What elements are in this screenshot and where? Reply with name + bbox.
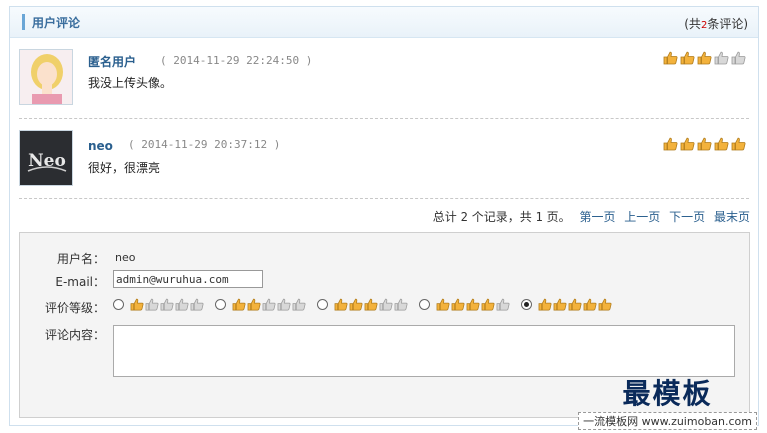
thumbs-up-filled-icon — [568, 298, 582, 311]
female-avatar — [19, 49, 73, 105]
site-watermark: 最模板 一流模板网 www.zuimoban.com — [578, 372, 757, 430]
pagination: 总计 2 个记录，共 1 页。 第一页 上一页 下一页 最末页 — [433, 208, 750, 225]
rating-radio[interactable] — [215, 299, 226, 310]
first-page-link[interactable]: 第一页 — [579, 210, 615, 224]
thumbs-up-filled-icon — [349, 298, 363, 311]
comment-text: 很好，很漂亮 — [88, 161, 161, 175]
thumbs-up-filled-icon — [451, 298, 465, 311]
thumbs-up-filled-icon — [436, 298, 450, 311]
thumbs-up-empty-icon — [714, 51, 729, 65]
prev-page-link[interactable]: 上一页 — [624, 210, 660, 224]
pager-total: 2 — [460, 210, 468, 224]
username-value: neo — [115, 251, 136, 264]
thumbs-up-filled-icon — [714, 137, 729, 151]
header-accent-bar — [22, 14, 25, 30]
comment-time: ( 2014-11-29 20:37:12 ) — [128, 138, 281, 151]
thumbs-up-filled-icon — [663, 51, 678, 65]
thumbs-up-filled-icon — [232, 298, 246, 311]
comment-count: (共2条评论) — [684, 15, 748, 32]
thumbs-up-filled-icon — [680, 51, 695, 65]
thumbs-up-filled-icon — [334, 298, 348, 311]
avatar-logo-text: Neo — [28, 151, 66, 171]
thumbs-up-empty-icon — [160, 298, 174, 311]
email-label: E-mail： — [55, 275, 105, 289]
comment-content-input[interactable] — [113, 325, 735, 377]
rating-option-2[interactable] — [215, 298, 307, 311]
thumbs-up-empty-icon — [190, 298, 204, 311]
rating-option-4[interactable] — [419, 298, 511, 311]
count-prefix: (共 — [684, 17, 701, 31]
thumbs-up-filled-icon — [481, 298, 495, 311]
comment-item: 匿名用户 ( 2014-11-29 22:24:50 ) 我没上传头像。 — [10, 38, 758, 118]
watermark-logo: 最模板 — [622, 377, 713, 410]
count-suffix: 条评论) — [707, 17, 748, 31]
comment-item: Neo neo ( 2014-11-29 20:37:12 ) 很好，很漂亮 — [10, 119, 758, 199]
content-label: 评论内容： — [44, 328, 105, 342]
rating-option-3[interactable] — [317, 298, 409, 311]
thumbs-up-empty-icon — [292, 298, 306, 311]
panel-title: 用户评论 — [32, 16, 81, 30]
username-label: 用户名： — [56, 252, 105, 266]
thumbs-up-filled-icon — [598, 298, 612, 311]
pager-pages: 1 — [535, 210, 543, 224]
comment-text: 我没上传头像。 — [88, 76, 173, 90]
thumbs-up-empty-icon — [262, 298, 276, 311]
thumbs-up-empty-icon — [175, 298, 189, 311]
comments-panel: 用户评论 (共2条评论) 匿名用户 ( 2014-11-29 22:24:50 … — [9, 6, 759, 426]
rating-radio[interactable] — [113, 299, 124, 310]
rating-selector — [113, 298, 623, 311]
comment-time: ( 2014-11-29 22:24:50 ) — [160, 54, 313, 67]
pager-summary-label: 总计 — [432, 210, 457, 224]
thumbs-up-empty-icon — [145, 298, 159, 311]
watermark-url: 一流模板网 www.zuimoban.com — [578, 412, 757, 430]
email-field[interactable]: admin@wuruhua.com — [113, 270, 263, 288]
thumbs-up-filled-icon — [731, 137, 746, 151]
thumbs-up-filled-icon — [697, 137, 712, 151]
thumbs-up-empty-icon — [277, 298, 291, 311]
thumbs-up-empty-icon — [496, 298, 510, 311]
rating-option-1[interactable] — [113, 298, 205, 311]
rating-radio[interactable] — [419, 299, 430, 310]
rating-radio[interactable] — [521, 299, 532, 310]
pager-summary-end: 页。 — [546, 210, 571, 224]
thumbs-up-filled-icon — [466, 298, 480, 311]
commenter-name: 匿名用户 — [88, 55, 137, 69]
comment-divider — [19, 198, 749, 199]
rating-label: 评价等级： — [44, 301, 105, 315]
commenter-name: neo — [88, 139, 113, 153]
pager-summary-mid: 个记录，共 — [471, 210, 532, 224]
last-page-link[interactable]: 最末页 — [714, 210, 750, 224]
rating-radio[interactable] — [317, 299, 328, 310]
thumbs-up-filled-icon — [680, 137, 695, 151]
next-page-link[interactable]: 下一页 — [669, 210, 705, 224]
rating-thumbs — [663, 137, 746, 151]
thumbs-up-filled-icon — [553, 298, 567, 311]
thumbs-up-filled-icon — [247, 298, 261, 311]
rating-option-5[interactable] — [521, 298, 613, 311]
rating-thumbs — [663, 51, 746, 65]
thumbs-up-filled-icon — [364, 298, 378, 311]
thumbs-up-empty-icon — [379, 298, 393, 311]
thumbs-up-empty-icon — [731, 51, 746, 65]
thumbs-up-filled-icon — [663, 137, 678, 151]
thumbs-up-filled-icon — [130, 298, 144, 311]
thumbs-up-empty-icon — [394, 298, 408, 311]
thumbs-up-filled-icon — [697, 51, 712, 65]
neo-avatar: Neo — [19, 130, 73, 186]
thumbs-up-filled-icon — [538, 298, 552, 311]
thumbs-up-filled-icon — [583, 298, 597, 311]
panel-header: 用户评论 (共2条评论) — [10, 7, 758, 38]
